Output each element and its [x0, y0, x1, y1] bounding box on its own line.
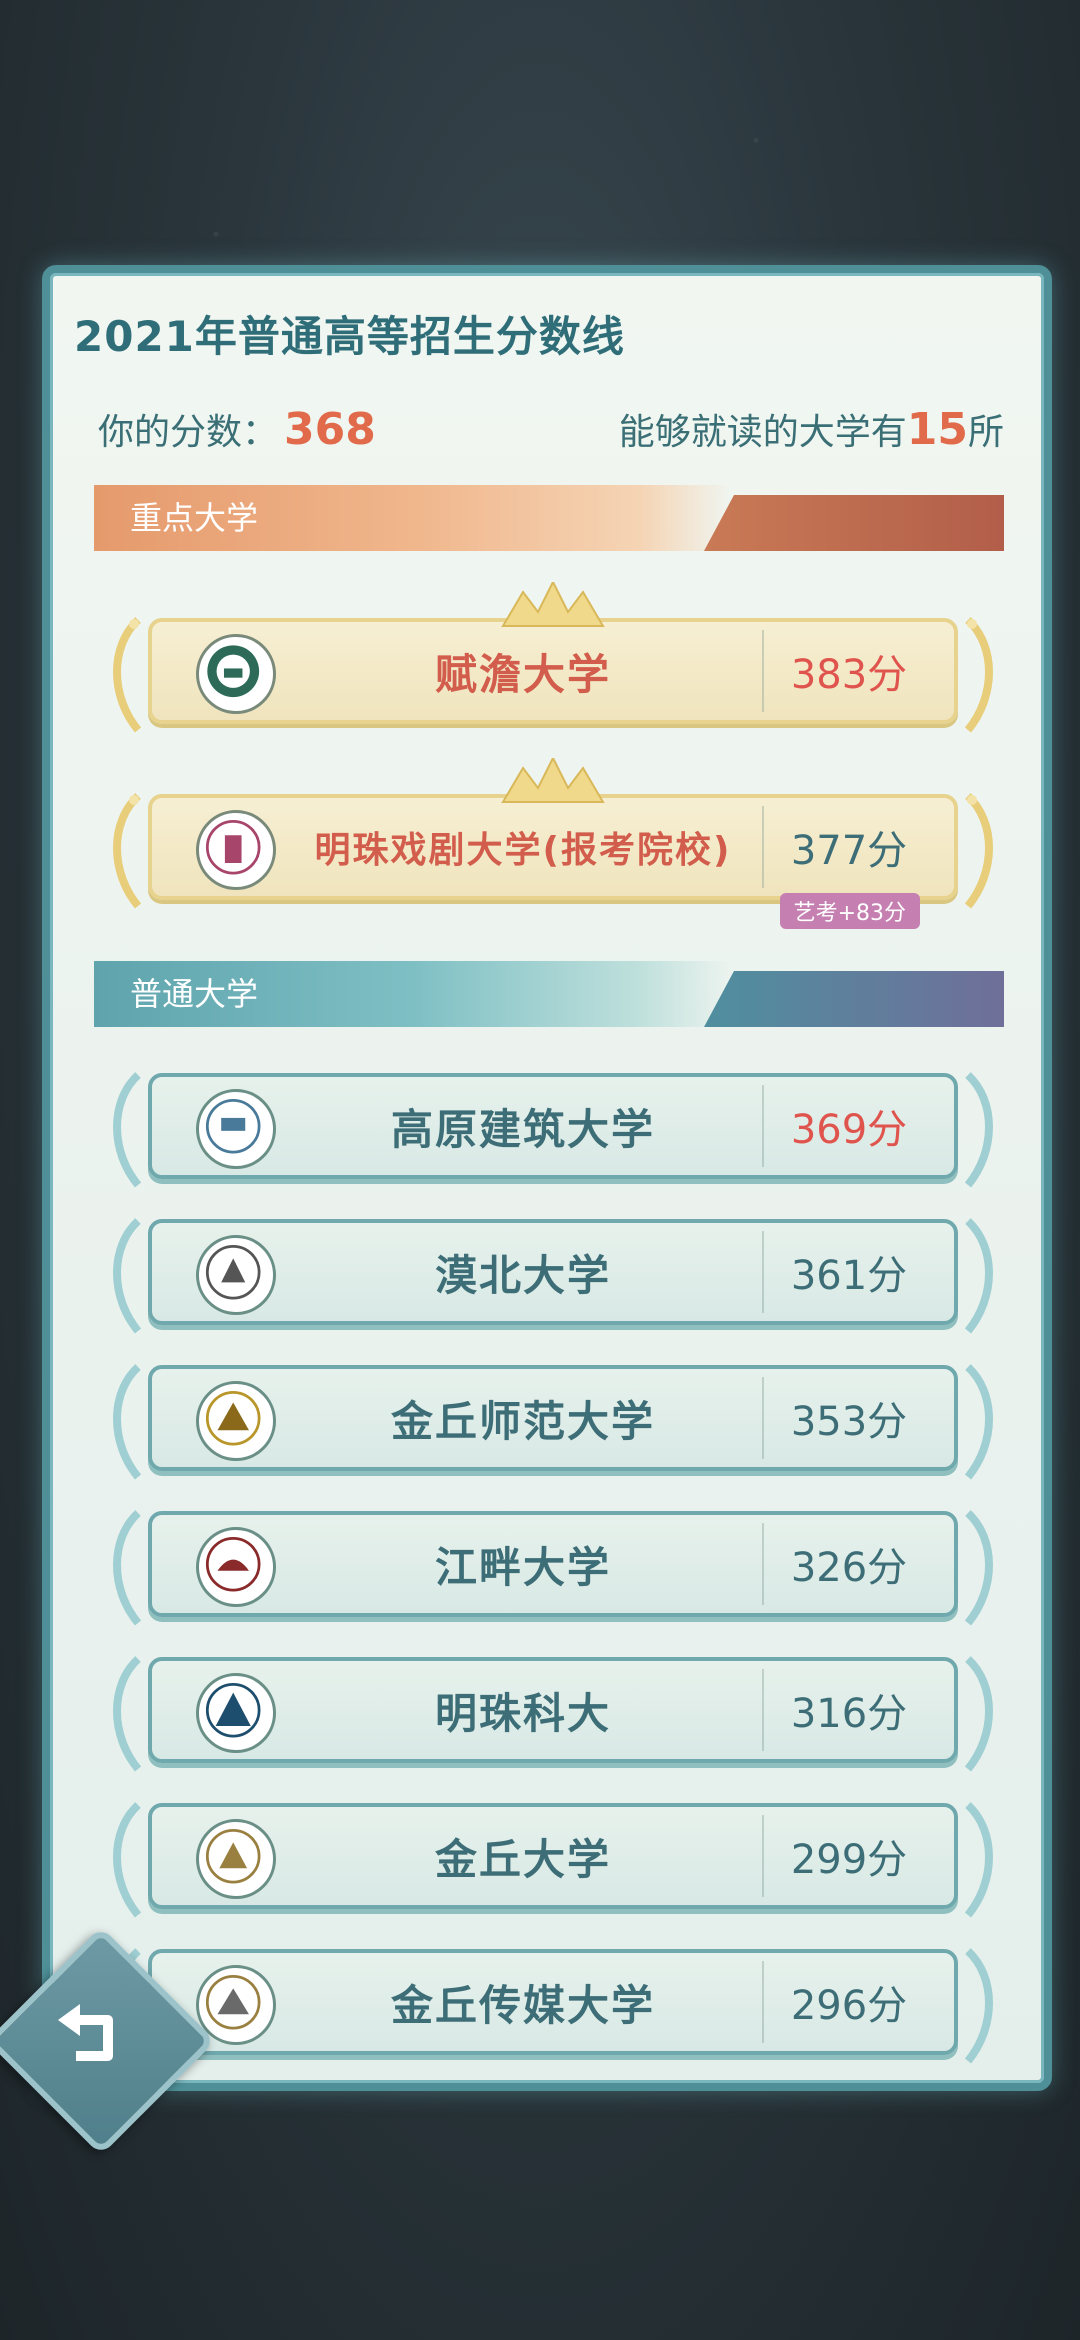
university-score: 361分: [790, 1253, 908, 1299]
laurel-right-icon: [964, 1802, 993, 1918]
eligible-prefix: 能够就读的大学有: [618, 412, 907, 453]
university-row-normal-6[interactable]: 金丘大学 299分: [113, 1802, 993, 1918]
university-score: 316分: [790, 1691, 908, 1737]
section-key-universities: 重点大学: [94, 485, 1004, 551]
laurel-right-icon: [964, 1218, 993, 1334]
normal-university-seal-icon: [196, 1381, 276, 1461]
laurel-right-icon: [964, 793, 993, 909]
laurel-right-icon: [964, 1948, 993, 2064]
section-normal-label: 普通大学: [130, 975, 259, 1013]
university-name: 赋澹大学: [434, 649, 611, 699]
university-seal-icon: [196, 1527, 276, 1607]
eligible-count: 能够就读的大学有15所: [619, 403, 1004, 455]
university-score: 377分: [790, 828, 908, 874]
university-score: 299分: [790, 1837, 908, 1883]
university-name: 金丘师范大学: [390, 1396, 655, 1446]
laurel-right-icon: [964, 617, 993, 733]
university-row-key-1[interactable]: 赋澹大学 383分: [113, 582, 993, 733]
laurel-left-icon: [113, 1218, 142, 1334]
university-name: 江畔大学: [434, 1542, 611, 1592]
laurel-left-icon: [113, 1802, 142, 1918]
laurel-left-icon: [113, 1510, 142, 1626]
university-name: 金丘大学: [434, 1834, 611, 1884]
university-score: 369分: [790, 1107, 908, 1153]
section-key-label: 重点大学: [130, 499, 259, 537]
university-row-normal-7[interactable]: 金丘传媒大学 296分: [113, 1948, 993, 2064]
university-row-key-2[interactable]: 明珠戏剧大学(报考院校) 377分 艺考+83分: [113, 758, 993, 929]
score-panel: 2021年普通高等招生分数线 你的分数： 368 能够就读的大学有15所 重点大学…: [42, 265, 1052, 2091]
university-name: 金丘传媒大学: [390, 1980, 655, 2030]
university-row-normal-4[interactable]: 江畔大学 326分: [113, 1510, 993, 1626]
laurel-left-icon: [113, 1072, 142, 1188]
your-score-value: 368: [284, 404, 376, 455]
university-seal-icon: [196, 1819, 276, 1899]
architecture-seal-icon: [196, 1089, 276, 1169]
laurel-left-icon: [113, 617, 142, 733]
university-seal-icon: [196, 634, 276, 714]
university-score: 296分: [790, 1983, 908, 2029]
university-score: 383分: [790, 652, 908, 698]
drama-university-seal-icon: [196, 810, 276, 890]
eligible-suffix: 所: [967, 412, 1004, 453]
eligible-count-value: 15: [906, 404, 968, 455]
laurel-left-icon: [113, 1364, 142, 1480]
university-score: 326分: [790, 1545, 908, 1591]
laurel-right-icon: [964, 1656, 993, 1772]
university-row-normal-2[interactable]: 漠北大学 361分: [113, 1218, 993, 1334]
your-score-label: 你的分数：: [98, 412, 279, 453]
university-name: 明珠科大: [434, 1688, 611, 1738]
university-row-normal-3[interactable]: 金丘师范大学 353分: [113, 1364, 993, 1480]
university-seal-icon: [196, 1235, 276, 1315]
laurel-right-icon: [964, 1072, 993, 1188]
university-name: 高原建筑大学: [390, 1104, 655, 1154]
section-normal-universities: 普通大学: [94, 961, 1004, 1027]
your-score: 你的分数： 368: [98, 403, 376, 455]
university-row-normal-5[interactable]: 明珠科大 316分: [113, 1656, 993, 1772]
science-university-seal-icon: [196, 1673, 276, 1753]
university-row-normal-1[interactable]: 高原建筑大学 369分: [113, 1072, 993, 1188]
university-name: 明珠戏剧大学(报考院校): [314, 830, 732, 871]
laurel-left-icon: [113, 793, 142, 909]
laurel-left-icon: [113, 1656, 142, 1772]
page-title: 2021年普通高等招生分数线: [74, 312, 625, 361]
art-exam-bonus-badge: 艺考+83分: [779, 893, 920, 929]
university-score: 353分: [790, 1399, 908, 1445]
laurel-right-icon: [964, 1364, 993, 1480]
back-arrow-icon[interactable]: [48, 1990, 138, 2080]
laurel-right-icon: [964, 1510, 993, 1626]
university-name: 漠北大学: [434, 1250, 611, 1300]
